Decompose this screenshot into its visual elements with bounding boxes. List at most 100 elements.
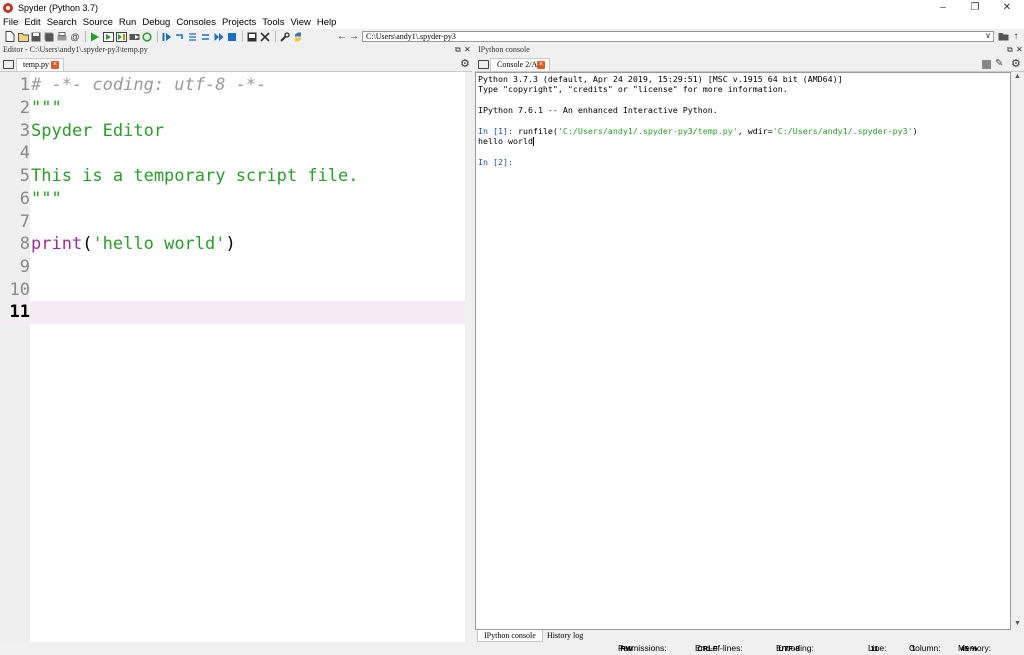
- code-editor[interactable]: 1 # -*- coding: utf-8 -*- 2 """ 3 Spyder Ed…: [0, 72, 472, 642]
- clear-console-icon[interactable]: ✎: [995, 58, 1003, 69]
- menu-search[interactable]: Search: [47, 17, 77, 28]
- save-icon[interactable]: [30, 31, 42, 43]
- step-return-icon[interactable]: [200, 31, 212, 43]
- toolbar-separator: [275, 31, 276, 42]
- menu-debug[interactable]: Debug: [142, 17, 170, 28]
- close-paren: ): [225, 234, 236, 255]
- gear-icon[interactable]: ⚙: [460, 59, 471, 70]
- parent-directory-icon[interactable]: ↑: [1010, 30, 1022, 42]
- scroll-up-icon[interactable]: ▲: [1014, 73, 1021, 80]
- status-label: Encoding:: [776, 643, 814, 653]
- console-input-line: In [1]: runfile('C:/Users/andy1/.spyder-…: [478, 126, 1008, 136]
- browse-folder-icon[interactable]: [997, 30, 1009, 42]
- code-line[interactable]: 4: [0, 142, 465, 165]
- code-line[interactable]: 8 print('hello world'): [0, 233, 465, 256]
- current-code-line[interactable]: 11: [0, 301, 465, 324]
- open-file-icon[interactable]: [17, 31, 29, 43]
- close-window-button[interactable]: ✕: [990, 0, 1024, 15]
- console-output-line: hello world: [478, 136, 1008, 147]
- debug-icon[interactable]: [161, 31, 173, 43]
- status-line: Line: 11: [868, 642, 886, 655]
- code-line[interactable]: 9: [0, 256, 465, 279]
- code-line[interactable]: 6 """: [0, 188, 465, 211]
- run-icon[interactable]: [89, 31, 101, 43]
- working-directory-input[interactable]: C:\Users\andy1\.spyder-py3 ∨: [362, 31, 994, 42]
- at-sign-icon[interactable]: @: [69, 31, 81, 43]
- code-line[interactable]: 10: [0, 278, 465, 301]
- editor-scrollbar[interactable]: [465, 72, 472, 642]
- fullscreen-icon[interactable]: [259, 31, 271, 43]
- run-cell-advance-icon[interactable]: [115, 31, 127, 43]
- undock-icon[interactable]: ⧉: [1007, 44, 1013, 55]
- forward-arrow-icon[interactable]: →: [348, 30, 360, 42]
- preferences-icon[interactable]: [279, 31, 291, 43]
- menu-help[interactable]: Help: [317, 17, 337, 28]
- tab-temp-py[interactable]: temp.py ×: [16, 58, 64, 71]
- stop-kernel-icon[interactable]: [982, 60, 991, 69]
- line-number: 3: [19, 120, 30, 141]
- open-paren: (: [82, 234, 93, 255]
- minimize-button[interactable]: –: [926, 0, 960, 15]
- tab-ipython-console[interactable]: IPython console: [477, 630, 543, 642]
- gear-icon[interactable]: ⚙: [1011, 59, 1022, 70]
- close-icon[interactable]: ×: [537, 61, 545, 69]
- code-text: """: [31, 188, 62, 209]
- run-selection-icon[interactable]: [128, 31, 140, 43]
- maximize-pane-icon[interactable]: [246, 31, 258, 43]
- code-line[interactable]: 7: [0, 210, 465, 233]
- code-line[interactable]: 2 """: [0, 97, 465, 120]
- run-cell-icon[interactable]: [102, 31, 114, 43]
- menu-tools[interactable]: Tools: [262, 17, 284, 28]
- undock-icon[interactable]: ⧉: [455, 44, 461, 55]
- console-tab-bar: [475, 57, 1024, 72]
- menu-edit[interactable]: Edit: [24, 17, 40, 28]
- line-number: 6: [19, 188, 30, 209]
- console-pane-title: IPython console: [478, 45, 530, 54]
- tab-label: Console 2/A: [497, 60, 538, 69]
- close-pane-icon[interactable]: ✕: [464, 44, 471, 55]
- menu-bar: File Edit Search Source Run Debug Consol…: [0, 15, 1024, 29]
- menu-consoles[interactable]: Consoles: [176, 17, 216, 28]
- title-bar: Spyder (Python 3.7): [0, 0, 1024, 15]
- close-pane-icon[interactable]: ✕: [1016, 44, 1023, 55]
- new-file-icon[interactable]: [4, 31, 16, 43]
- menu-run[interactable]: Run: [119, 17, 136, 28]
- menu-projects[interactable]: Projects: [222, 17, 256, 28]
- menu-view[interactable]: View: [290, 17, 310, 28]
- save-all-icon[interactable]: [43, 31, 55, 43]
- code-line[interactable]: 3 Spyder Editor: [0, 119, 465, 142]
- restore-button[interactable]: ❐: [958, 0, 992, 15]
- code-text: This is a temporary script file.: [31, 166, 359, 187]
- status-label: Column:: [909, 643, 941, 653]
- browse-tabs-icon[interactable]: [478, 60, 489, 69]
- scroll-down-icon[interactable]: ▼: [1014, 620, 1021, 627]
- code-text: """: [31, 98, 62, 119]
- browse-tabs-icon[interactable]: [3, 60, 14, 69]
- tab-console-2a[interactable]: Console 2/A ×: [490, 58, 550, 71]
- stop-debug-icon[interactable]: [226, 31, 238, 43]
- chevron-down-icon[interactable]: ∨: [985, 31, 991, 40]
- tab-history-log[interactable]: History log: [541, 630, 589, 642]
- line-number: 8: [19, 234, 30, 255]
- editor-pane-title: Editor - C:\Users\andy1\.spyder-py3\temp…: [3, 45, 148, 54]
- console-bottom-tabs: IPython console History log: [475, 630, 1024, 642]
- code-text: Spyder Editor: [31, 120, 165, 141]
- rerun-icon[interactable]: [141, 31, 153, 43]
- ipython-console[interactable]: Python 3.7.3 (default, Apr 24 2019, 15:2…: [475, 72, 1011, 630]
- step-icon[interactable]: [174, 31, 186, 43]
- status-bar: Permissions: RW End-of-lines: CRLF Encod…: [0, 642, 1024, 655]
- code-line[interactable]: 5 This is a temporary script file.: [0, 165, 465, 188]
- step-into-icon[interactable]: [187, 31, 199, 43]
- close-icon[interactable]: ×: [51, 61, 59, 69]
- back-arrow-icon[interactable]: ←: [336, 30, 348, 42]
- continue-icon[interactable]: [213, 31, 225, 43]
- code-line[interactable]: 1 # -*- coding: utf-8 -*-: [0, 74, 465, 97]
- menu-source[interactable]: Source: [83, 17, 113, 28]
- console-scrollbar[interactable]: ▲ ▼: [1012, 72, 1024, 630]
- python-path-icon[interactable]: [292, 31, 304, 43]
- menu-file[interactable]: File: [3, 17, 18, 28]
- cmd-arg-file: 'C:/Users/andy1/.spyder-py3/temp.py': [557, 125, 738, 136]
- print-icon[interactable]: [56, 31, 68, 43]
